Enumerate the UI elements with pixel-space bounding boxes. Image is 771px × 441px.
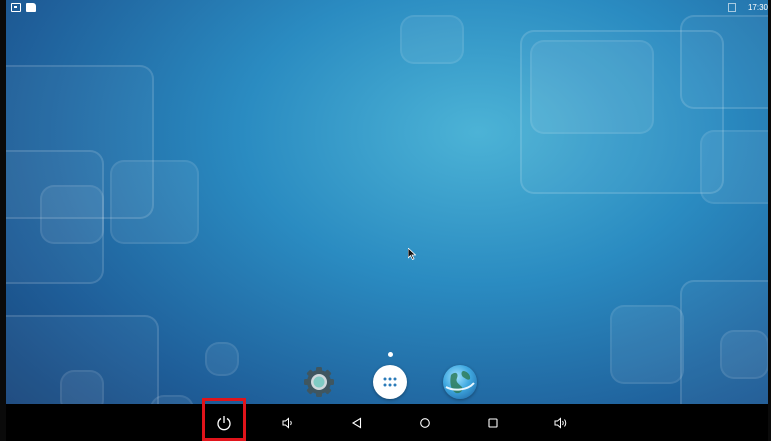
volume-up-icon [554,416,567,429]
power-icon [217,415,231,430]
volume-up-button[interactable] [541,404,581,441]
volume-down-button[interactable] [268,404,308,441]
globe-icon [445,371,475,394]
home-dock [0,362,771,404]
wallpaper-shape [0,150,104,284]
notification-icon [11,2,21,12]
wallpaper-shape [680,15,771,109]
navigation-bar [6,404,768,441]
app-drawer-button[interactable] [373,365,407,399]
recents-button[interactable] [473,404,513,441]
app-drawer-icon [383,377,397,387]
page-indicator-dot [388,352,393,357]
mouse-cursor-icon [407,245,417,264]
home-button[interactable] [405,404,445,441]
wallpaper-shape [700,130,771,204]
wallpaper-shape [530,40,654,134]
settings-gear-icon [304,367,334,397]
sd-card-icon [26,2,36,12]
wallpaper-shape [400,15,464,64]
recents-square-icon [488,417,498,428]
back-triangle-icon [351,417,362,428]
wallpaper-shape [110,160,199,244]
android-home-screen: 17:30 [0,0,771,441]
browser-app[interactable] [443,365,477,399]
power-button[interactable] [204,404,244,441]
settings-app[interactable] [302,365,336,399]
screen-bezel-left [0,0,6,441]
home-circle-icon [420,417,430,428]
status-bar: 17:30 [6,0,768,14]
back-button[interactable] [337,404,377,441]
volume-down-icon [282,416,292,429]
no-signal-icon [727,2,736,12]
status-clock: 17:30 [747,2,768,12]
